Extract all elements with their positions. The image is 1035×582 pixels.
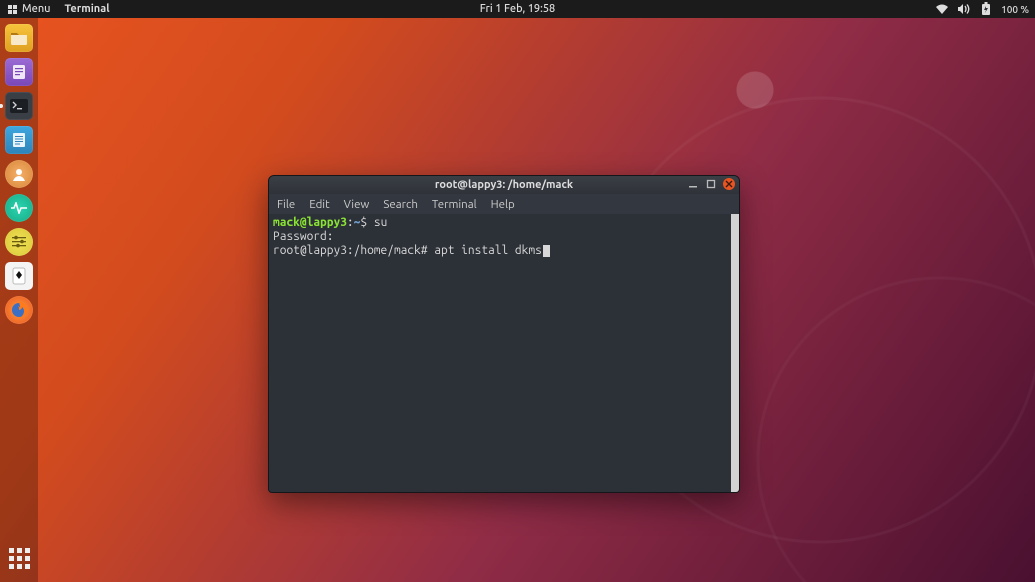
terminal-cursor bbox=[543, 245, 550, 257]
minimize-icon bbox=[688, 179, 698, 189]
dock-files[interactable] bbox=[5, 24, 33, 52]
dock-writer[interactable] bbox=[5, 126, 33, 154]
solitaire-icon bbox=[12, 267, 26, 285]
terminal-title: root@lappy3: /home/mack bbox=[435, 179, 573, 191]
terminal-icon bbox=[10, 99, 28, 113]
dock-terminal[interactable] bbox=[5, 92, 33, 120]
contacts-icon bbox=[11, 166, 27, 182]
tweaks-icon bbox=[11, 235, 27, 249]
system-monitor-icon bbox=[10, 202, 28, 214]
files-icon bbox=[10, 31, 28, 45]
panel-app-label[interactable]: Terminal bbox=[65, 3, 110, 15]
libreoffice-writer-icon bbox=[11, 132, 27, 148]
terminal-body[interactable]: mack@lappy3:~$ su Password: root@lappy3:… bbox=[269, 214, 739, 492]
maximize-icon bbox=[706, 179, 716, 189]
root-prompt: root@lappy3:/home/mack# bbox=[273, 244, 434, 257]
menu-search[interactable]: Search bbox=[383, 198, 418, 211]
terminal-titlebar[interactable]: root@lappy3: /home/mack bbox=[269, 176, 739, 194]
panel-menu-label: Menu bbox=[22, 3, 51, 15]
command-apt: apt install dkms bbox=[434, 244, 542, 257]
dock-solitaire[interactable] bbox=[5, 262, 33, 290]
menu-view[interactable]: View bbox=[344, 198, 370, 211]
panel-system-tray[interactable]: 100 % bbox=[935, 2, 1035, 16]
prompt-user: mack@lappy3 bbox=[273, 216, 347, 229]
menu-file[interactable]: File bbox=[277, 198, 295, 211]
show-apps-button[interactable] bbox=[5, 544, 33, 572]
menu-edit[interactable]: Edit bbox=[309, 198, 329, 211]
terminal-menubar: File Edit View Search Terminal Help bbox=[269, 194, 739, 214]
window-maximize-button[interactable] bbox=[705, 178, 717, 190]
command-su: su bbox=[374, 216, 387, 229]
dock-contacts[interactable] bbox=[5, 160, 33, 188]
text-editor-icon bbox=[11, 64, 27, 80]
dock-text-editor[interactable] bbox=[5, 58, 33, 86]
terminal-window[interactable]: root@lappy3: /home/mack File Edit View S… bbox=[268, 175, 740, 493]
menu-help[interactable]: Help bbox=[491, 198, 515, 211]
volume-icon bbox=[957, 2, 971, 16]
panel-menu-button[interactable]: Menu bbox=[8, 3, 51, 15]
wifi-icon bbox=[935, 2, 949, 16]
dock-firefox[interactable] bbox=[5, 296, 33, 324]
window-close-button[interactable] bbox=[723, 178, 735, 190]
apps-grid-icon bbox=[8, 5, 17, 14]
dock-tweaks[interactable] bbox=[5, 228, 33, 256]
terminal-scrollbar[interactable] bbox=[731, 214, 739, 492]
dock-system-monitor[interactable] bbox=[5, 194, 33, 222]
battery-icon bbox=[979, 2, 993, 16]
panel-clock[interactable]: Fri 1 Feb, 19:58 bbox=[480, 3, 556, 15]
battery-percent: 100 % bbox=[1001, 4, 1029, 15]
firefox-icon bbox=[9, 300, 29, 320]
top-panel: Menu Terminal Fri 1 Feb, 19:58 100 % bbox=[0, 0, 1035, 18]
menu-terminal[interactable]: Terminal bbox=[432, 198, 477, 211]
window-minimize-button[interactable] bbox=[687, 178, 699, 190]
dock bbox=[0, 18, 38, 582]
close-icon bbox=[725, 180, 733, 188]
password-prompt: Password: bbox=[273, 230, 333, 243]
